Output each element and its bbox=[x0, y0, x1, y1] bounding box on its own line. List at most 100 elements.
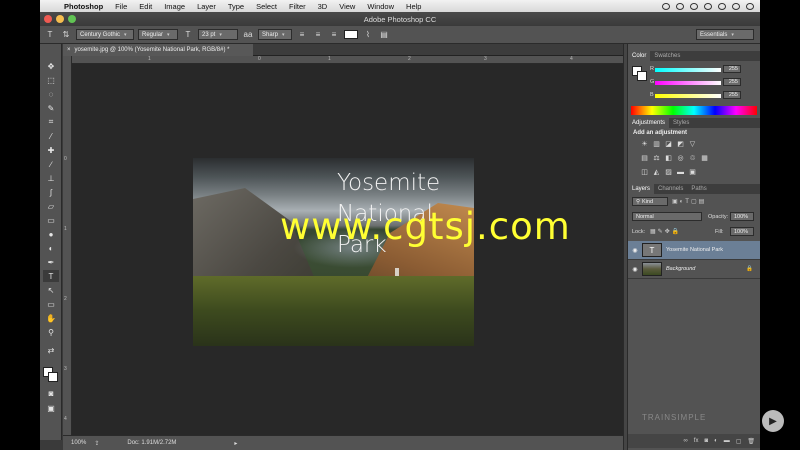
menu-window[interactable]: Window bbox=[361, 2, 400, 11]
tab-color[interactable]: Color bbox=[628, 51, 651, 61]
path-select-tool-icon[interactable]: ↖ bbox=[43, 284, 59, 296]
r-value[interactable]: 255 bbox=[723, 65, 741, 73]
r-slider[interactable] bbox=[655, 68, 721, 72]
swap-colors-icon[interactable]: ⇄ bbox=[43, 344, 59, 356]
trash-icon[interactable]: 🗑 bbox=[747, 438, 755, 445]
gradient-tool-icon[interactable]: ▭ bbox=[43, 214, 59, 226]
screen-mode-icon[interactable]: ▣ bbox=[43, 402, 59, 414]
brightness-icon[interactable]: ☀ bbox=[640, 140, 649, 148]
eye-icon[interactable]: ◉ bbox=[628, 266, 642, 273]
align-left-icon[interactable]: ≡ bbox=[296, 29, 308, 41]
layer-row-type[interactable]: ◉ T Yosemite National Park bbox=[628, 241, 760, 260]
eraser-tool-icon[interactable]: ▱ bbox=[43, 200, 59, 212]
close-icon[interactable] bbox=[44, 15, 52, 23]
text-orientation-icon[interactable]: ⇅ bbox=[60, 29, 72, 41]
menu-file[interactable]: File bbox=[109, 2, 133, 11]
tab-layers[interactable]: Layers bbox=[628, 184, 655, 194]
canvas-area[interactable]: Yosemite National Park bbox=[72, 64, 623, 435]
menu-filter[interactable]: Filter bbox=[283, 2, 312, 11]
type-tool-icon[interactable]: T bbox=[43, 270, 59, 282]
wifi-icon[interactable] bbox=[690, 2, 698, 10]
lasso-tool-icon[interactable]: ◌ bbox=[43, 88, 59, 100]
fx-icon[interactable]: fx bbox=[694, 438, 699, 444]
tab-channels[interactable]: Channels bbox=[654, 184, 687, 194]
font-family-select[interactable]: Century Gothic bbox=[76, 29, 134, 40]
selective-color-icon[interactable]: ▣ bbox=[688, 168, 697, 176]
clock-icon[interactable] bbox=[676, 2, 684, 10]
warp-text-icon[interactable]: ⌇ bbox=[362, 29, 374, 41]
tab-styles[interactable]: Styles bbox=[669, 118, 693, 128]
menu-type[interactable]: Type bbox=[222, 2, 250, 11]
layer-name[interactable]: Yosemite National Park bbox=[666, 247, 723, 253]
blend-mode-select[interactable]: Normal bbox=[632, 212, 702, 221]
sync-icon[interactable] bbox=[662, 2, 670, 10]
clone-stamp-tool-icon[interactable]: ⊥ bbox=[43, 172, 59, 184]
fill-field[interactable]: 100% bbox=[730, 227, 754, 236]
menu-edit[interactable]: Edit bbox=[133, 2, 158, 11]
history-brush-tool-icon[interactable]: ∫ bbox=[43, 186, 59, 198]
channel-mixer-icon[interactable]: ♲ bbox=[688, 154, 697, 162]
threshold-icon[interactable]: ▨ bbox=[664, 168, 673, 176]
menu-list-icon[interactable] bbox=[746, 2, 754, 10]
opacity-field[interactable]: 100% bbox=[730, 212, 754, 221]
curves-icon[interactable]: ◪ bbox=[664, 140, 673, 148]
quick-mask-icon[interactable]: ◙ bbox=[43, 387, 59, 399]
adjustment-icon[interactable]: ◐ bbox=[714, 438, 718, 444]
menu-select[interactable]: Select bbox=[250, 2, 283, 11]
text-color-swatch[interactable] bbox=[344, 30, 358, 39]
levels-icon[interactable]: ▥ bbox=[652, 140, 661, 148]
type-tool-icon[interactable]: T bbox=[44, 29, 56, 41]
minimize-icon[interactable] bbox=[56, 15, 64, 23]
character-panel-icon[interactable]: ▤ bbox=[378, 29, 390, 41]
photo-filter-icon[interactable]: ◎ bbox=[676, 154, 685, 162]
menu-image[interactable]: Image bbox=[158, 2, 191, 11]
menu-layer[interactable]: Layer bbox=[191, 2, 222, 11]
hue-sat-icon[interactable]: ▤ bbox=[640, 154, 649, 162]
mask-icon[interactable]: ◙ bbox=[704, 438, 708, 444]
share-icon[interactable]: ⇪ bbox=[94, 440, 99, 447]
layer-filter-select[interactable]: ⚲ Kind bbox=[632, 197, 668, 206]
healing-tool-icon[interactable]: ✚ bbox=[43, 144, 59, 156]
eyedropper-tool-icon[interactable]: ⁄ bbox=[43, 130, 59, 142]
document-tab[interactable]: × yosemite.jpg @ 100% (Yosemite National… bbox=[63, 44, 253, 56]
play-icon[interactable]: ▶ bbox=[762, 410, 784, 432]
bw-icon[interactable]: ◧ bbox=[664, 154, 673, 162]
zoom-tool-icon[interactable]: ⚲ bbox=[43, 326, 59, 338]
background-color-swatch[interactable] bbox=[637, 71, 647, 81]
close-tab-icon[interactable]: × bbox=[67, 47, 71, 53]
vibrance-icon[interactable]: ▽ bbox=[688, 140, 697, 148]
document-image[interactable]: Yosemite National Park bbox=[193, 158, 474, 346]
menu-app[interactable]: Photoshop bbox=[58, 2, 109, 11]
layer-row-background[interactable]: ◉ Background 🔒 bbox=[628, 260, 760, 279]
pen-tool-icon[interactable]: ✒ bbox=[43, 256, 59, 268]
antialias-select[interactable]: Sharp bbox=[258, 29, 292, 40]
menu-3d[interactable]: 3D bbox=[312, 2, 334, 11]
g-value[interactable]: 255 bbox=[723, 78, 741, 86]
color-spectrum[interactable] bbox=[631, 106, 757, 115]
layer-filter-icons[interactable]: ▣◐T▢▤ bbox=[672, 198, 706, 205]
tab-adjustments[interactable]: Adjustments bbox=[628, 118, 670, 128]
align-center-icon[interactable]: ≡ bbox=[312, 29, 324, 41]
font-style-select[interactable]: Regular bbox=[138, 29, 178, 40]
quick-select-tool-icon[interactable]: ✎ bbox=[43, 102, 59, 114]
battery-icon[interactable] bbox=[718, 2, 726, 10]
color-balance-icon[interactable]: ⚖ bbox=[652, 154, 661, 162]
menu-help[interactable]: Help bbox=[400, 2, 427, 11]
posterize-icon[interactable]: ◭ bbox=[652, 168, 661, 176]
lock-icons[interactable]: ▦✎✥🔒 bbox=[650, 228, 681, 235]
invert-icon[interactable]: ◫ bbox=[640, 168, 649, 176]
new-layer-icon[interactable]: ▢ bbox=[736, 438, 742, 445]
gradient-map-icon[interactable]: ▬ bbox=[676, 168, 685, 176]
font-size-select[interactable]: 23 pt bbox=[198, 29, 238, 40]
move-tool-icon[interactable]: ✥ bbox=[43, 60, 59, 72]
hand-tool-icon[interactable]: ✋ bbox=[43, 312, 59, 324]
b-value[interactable]: 255 bbox=[723, 91, 741, 99]
color-lookup-icon[interactable]: ▦ bbox=[700, 154, 709, 162]
zoom-level[interactable]: 100% bbox=[71, 440, 86, 446]
crop-tool-icon[interactable]: ⌗ bbox=[43, 116, 59, 128]
exposure-icon[interactable]: ◩ bbox=[676, 140, 685, 148]
background-color-swatch[interactable] bbox=[48, 372, 58, 382]
eye-icon[interactable]: ◉ bbox=[628, 247, 642, 254]
zoom-icon[interactable] bbox=[68, 15, 76, 23]
workspace-select[interactable]: Essentials bbox=[696, 29, 754, 40]
